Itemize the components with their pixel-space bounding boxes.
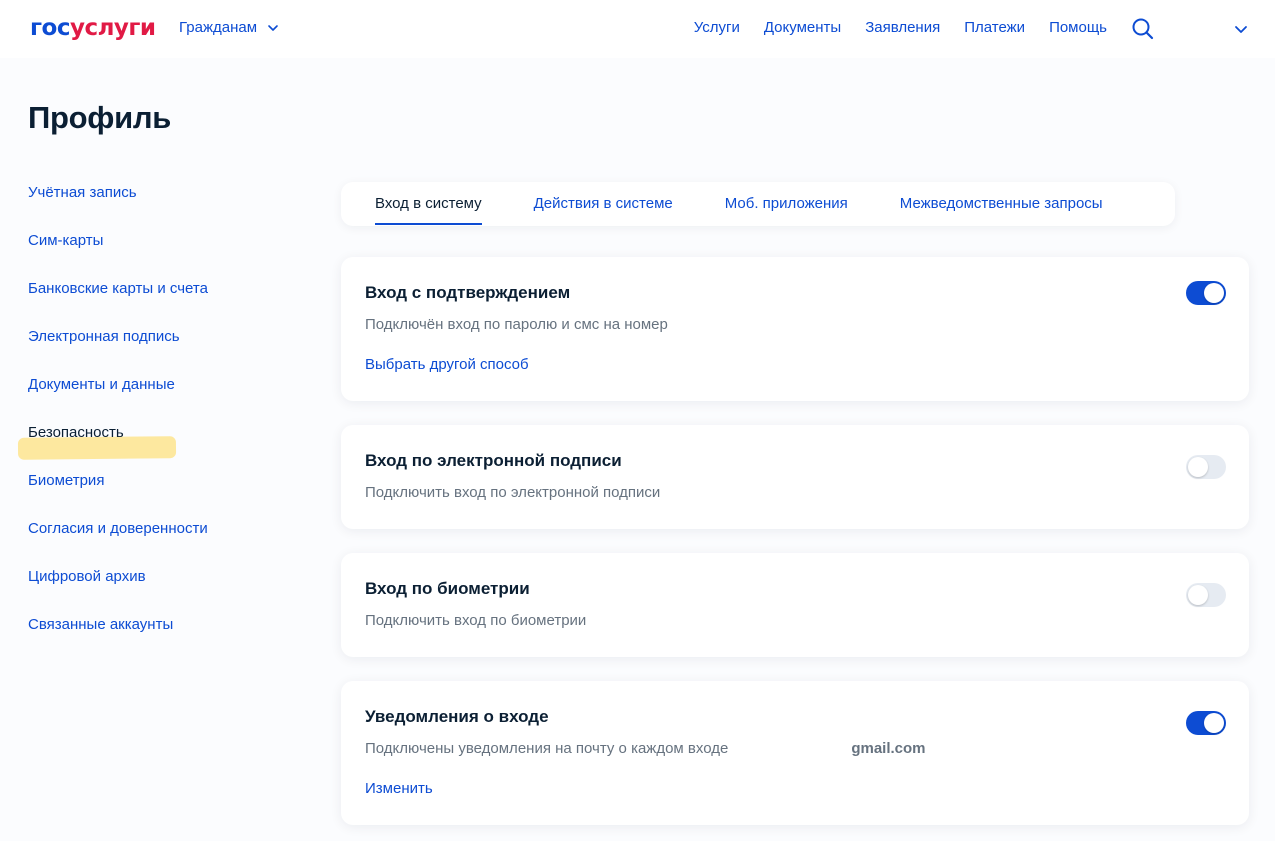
tab-interagency-requests[interactable]: Межведомственные запросы	[900, 182, 1103, 226]
tab-login[interactable]: Вход в систему	[375, 182, 482, 226]
biometrics-login-toggle[interactable]	[1186, 583, 1226, 607]
card-biometrics-login: Вход по биометрии Подключить вход по био…	[341, 553, 1249, 657]
profile-sidebar: Учётная запись Сим-карты Банковские карт…	[28, 183, 288, 663]
gosuslugi-logo[interactable]: госуслуги	[30, 13, 156, 43]
card-description: Подключён вход по паролю и смс на номер	[365, 316, 668, 333]
main-nav: Услуги Документы Заявления Платежи Помощ…	[694, 19, 1107, 36]
sidebar-item-sim-cards[interactable]: Сим-карты	[28, 231, 288, 279]
search-icon[interactable]	[1131, 17, 1155, 41]
login-confirmation-toggle[interactable]	[1186, 281, 1226, 305]
page-title: Профиль	[28, 100, 171, 135]
toggle-knob	[1204, 283, 1224, 303]
sidebar-item-security[interactable]: Безопасность	[28, 423, 288, 471]
sidebar-item-bank-cards[interactable]: Банковские карты и счета	[28, 279, 288, 327]
card-title: Вход по биометрии	[365, 579, 530, 598]
card-esignature-login: Вход по электронной подписи Подключить в…	[341, 425, 1249, 529]
sidebar-item-documents[interactable]: Документы и данные	[28, 375, 288, 423]
toggle-knob	[1188, 585, 1208, 605]
logo-part-gos: гос	[30, 15, 70, 41]
card-description: Подключены уведомления на почту о каждом…	[365, 740, 729, 757]
nav-dokumenty[interactable]: Документы	[764, 19, 841, 36]
sidebar-item-consents[interactable]: Согласия и доверенности	[28, 519, 288, 567]
sidebar-item-digital-archive[interactable]: Цифровой архив	[28, 567, 288, 615]
card-login-notifications: Уведомления о входе Подключены уведомлен…	[341, 681, 1249, 825]
sidebar-item-biometrics[interactable]: Биометрия	[28, 471, 288, 519]
card-login-confirmation: Вход с подтверждением Подключён вход по …	[341, 257, 1249, 401]
logo-part-uslugi: услуги	[69, 15, 156, 41]
email-domain: gmail.com	[851, 740, 926, 757]
nav-platezhi[interactable]: Платежи	[964, 19, 1025, 36]
sidebar-item-e-signature[interactable]: Электронная подпись	[28, 327, 288, 375]
choose-other-method-link[interactable]: Выбрать другой способ	[365, 356, 529, 373]
nav-zayavleniya[interactable]: Заявления	[865, 19, 940, 36]
toggle-knob	[1188, 457, 1208, 477]
tab-mobile-apps[interactable]: Моб. приложения	[725, 182, 848, 226]
card-title: Вход по электронной подписи	[365, 451, 622, 470]
card-title: Вход с подтверждением	[365, 283, 571, 302]
card-description: Подключить вход по биометрии	[365, 612, 587, 629]
login-notifications-toggle[interactable]	[1186, 711, 1226, 735]
top-header: госуслуги Гражданам Услуги Документы Зая…	[0, 0, 1275, 58]
audience-label: Гражданам	[179, 19, 258, 36]
sidebar-item-account[interactable]: Учётная запись	[28, 183, 288, 231]
card-title: Уведомления о входе	[365, 707, 549, 726]
change-link[interactable]: Изменить	[365, 780, 433, 797]
tab-actions[interactable]: Действия в системе	[534, 182, 673, 226]
nav-uslugi[interactable]: Услуги	[694, 19, 740, 36]
chevron-down-icon	[268, 24, 278, 31]
sidebar-item-linked-accounts[interactable]: Связанные аккаунты	[28, 615, 288, 663]
card-description-wrap: Подключены уведомления на почту о каждом…	[365, 740, 926, 757]
card-description: Подключить вход по электронной подписи	[365, 484, 661, 501]
security-tabs: Вход в систему Действия в системе Моб. п…	[341, 182, 1175, 226]
nav-pomosch[interactable]: Помощь	[1049, 19, 1107, 36]
esignature-login-toggle[interactable]	[1186, 455, 1226, 479]
user-menu-chevron-icon[interactable]	[1234, 22, 1248, 36]
toggle-knob	[1204, 713, 1224, 733]
audience-selector[interactable]: Гражданам	[179, 19, 279, 36]
